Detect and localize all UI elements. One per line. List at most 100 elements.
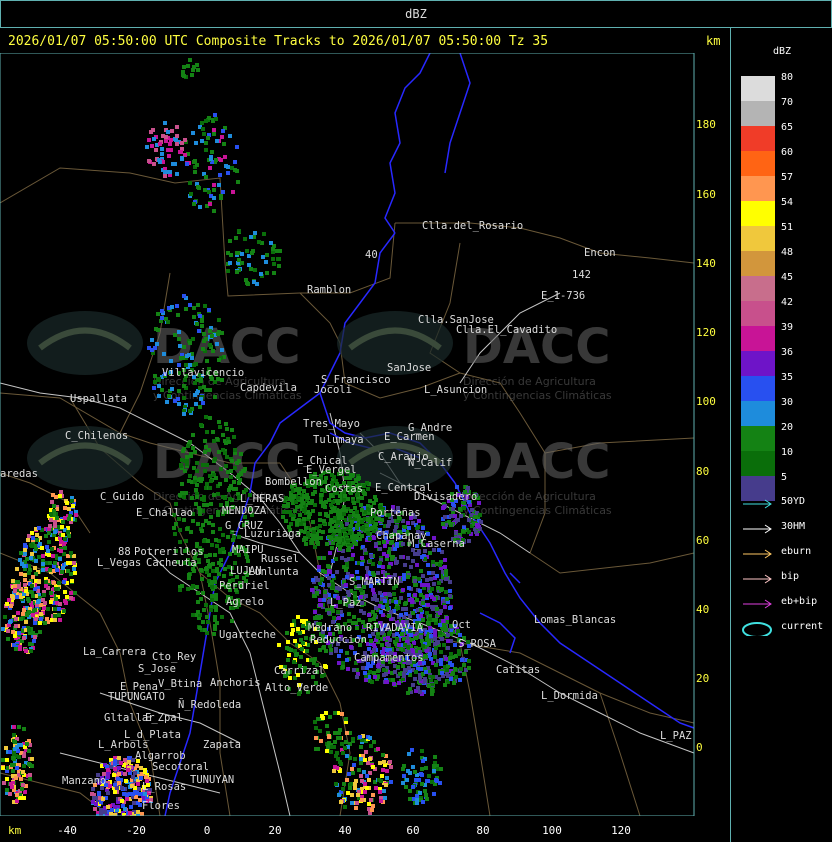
place-label: Alto_Verde bbox=[265, 682, 328, 694]
x-tick-label: 20 bbox=[268, 824, 282, 837]
x-tick-label: 80 bbox=[476, 824, 490, 837]
track-arrow-icon bbox=[743, 499, 772, 509]
track-legend-label: bip bbox=[781, 571, 800, 582]
place-label: Manzano bbox=[62, 775, 106, 787]
place-label: Tres_Mayo bbox=[303, 418, 360, 430]
legend-value: 45 bbox=[781, 272, 794, 283]
track-legend-item: 50YD bbox=[741, 496, 831, 510]
track-legend-item: bip bbox=[741, 571, 831, 585]
place-label: N_Calif bbox=[408, 457, 452, 469]
legend-swatch bbox=[741, 76, 775, 101]
place-label: E_Vergel bbox=[306, 464, 357, 476]
place-label: TUPUNGATO bbox=[108, 691, 165, 703]
legend-value: 48 bbox=[781, 247, 794, 258]
x-tick-label: 40 bbox=[338, 824, 352, 837]
place-label: L_PAZ bbox=[660, 730, 692, 742]
legend-value: 30 bbox=[781, 397, 794, 408]
legend-swatch bbox=[741, 351, 775, 376]
place-label: M_Caserna bbox=[408, 538, 465, 550]
track-arrow-icon bbox=[743, 574, 772, 584]
place-label: L_Paz bbox=[330, 597, 362, 609]
track-legend-label: eb+bip bbox=[781, 596, 818, 607]
legend-swatch bbox=[741, 226, 775, 251]
place-label: La_Carrera bbox=[83, 646, 146, 658]
legend-swatch bbox=[741, 426, 775, 451]
x-axis-unit: km bbox=[8, 824, 22, 837]
legend-panel: dBZ 80 70 65 60 57 54 51 48 45 42 39 36 35 30 20 10 5 50… bbox=[730, 28, 832, 842]
place-label: Oct bbox=[452, 619, 471, 631]
x-tick-label: -40 bbox=[57, 824, 77, 837]
place-label: L_Dormida bbox=[541, 690, 598, 702]
place-label: Lunlunta bbox=[248, 566, 299, 578]
y-tick-label: 160 bbox=[696, 188, 716, 201]
place-label: E_Challao bbox=[136, 507, 193, 519]
place-label: Costas bbox=[325, 483, 363, 495]
place-label: V_Btina bbox=[158, 678, 202, 690]
legend-value: 54 bbox=[781, 197, 794, 208]
track-legend-label: 50YD bbox=[781, 496, 806, 507]
watermark-brand: DACC bbox=[463, 434, 610, 490]
watermark-line1: Dirección de Agricultura bbox=[463, 490, 596, 503]
place-label: Uspallata bbox=[70, 393, 127, 405]
place-label: L_HERAS bbox=[240, 493, 284, 505]
place-label: MENDOZA bbox=[222, 505, 267, 517]
place-label: Secotoral bbox=[152, 761, 209, 773]
legend-value: 70 bbox=[781, 97, 794, 108]
place-label: Anchoris bbox=[210, 677, 261, 689]
place-label: Perdriel bbox=[219, 580, 270, 592]
x-tick-label: 60 bbox=[406, 824, 420, 837]
legend-value: 20 bbox=[781, 422, 794, 433]
legend-value: 60 bbox=[781, 147, 794, 158]
legend-swatch bbox=[741, 401, 775, 426]
place-label: SanJose bbox=[387, 362, 431, 374]
legend-swatch bbox=[741, 276, 775, 301]
track-arrow-icon bbox=[743, 549, 772, 559]
window-title: dBZ bbox=[405, 7, 427, 21]
place-label: Medrano bbox=[308, 622, 352, 634]
place-label: Campamentos bbox=[354, 652, 424, 664]
place-label: Capdevila bbox=[240, 382, 297, 394]
legend-value: 5 bbox=[781, 472, 788, 483]
place-label: Flores bbox=[142, 800, 180, 812]
place-label: Cto_Rey bbox=[152, 651, 196, 663]
radar-map[interactable]: DACC Dirección de Agricultura y Continge… bbox=[0, 53, 730, 816]
place-label: Reduccion bbox=[310, 634, 367, 646]
place-label: S_MARTIN bbox=[349, 576, 400, 588]
place-label: aredas bbox=[0, 468, 38, 480]
track-legend-label: 30HM bbox=[781, 521, 806, 532]
place-label: Zapata bbox=[203, 739, 241, 751]
track-legend-item: eb+bip bbox=[741, 596, 831, 610]
place-label: 40 bbox=[365, 249, 378, 261]
y-tick-label: 140 bbox=[696, 257, 716, 270]
place-label: Divisadero bbox=[414, 491, 477, 503]
place-label: Cacheuta bbox=[146, 557, 197, 569]
place-label: Carrizal bbox=[274, 665, 325, 677]
place-label: MAIPU bbox=[232, 544, 264, 556]
y-tick-label: 180 bbox=[696, 118, 716, 131]
place-label: Ugarteche bbox=[219, 629, 276, 641]
place-label: Villavicencio bbox=[162, 367, 244, 379]
place-label: Tulumaya bbox=[313, 434, 364, 446]
place-label: Russel bbox=[261, 553, 299, 565]
place-label: L_Rosas bbox=[142, 781, 186, 793]
legend-value: 65 bbox=[781, 122, 794, 133]
x-tick-label: 100 bbox=[542, 824, 562, 837]
legend-swatch bbox=[741, 326, 775, 351]
place-label: Ramblon bbox=[307, 284, 351, 296]
place-label: Ñ_Redoleda bbox=[178, 698, 241, 711]
legend-value: 51 bbox=[781, 222, 794, 233]
y-tick-label: 20 bbox=[696, 672, 710, 685]
y-tick-label: 40 bbox=[696, 603, 710, 616]
place-label: E_Zpal bbox=[145, 712, 183, 724]
track-legend-item: current bbox=[741, 621, 831, 638]
place-label: E_Carmen bbox=[384, 431, 435, 443]
place-label: Catitas bbox=[496, 664, 540, 676]
place-label: Clla.El_Cavadito bbox=[456, 324, 557, 336]
place-label: Clla.del_Rosario bbox=[422, 220, 523, 232]
legend-swatch bbox=[741, 301, 775, 326]
legend-swatch bbox=[741, 201, 775, 226]
track-arrow-icon bbox=[743, 524, 772, 534]
place-label: Encon bbox=[584, 247, 616, 259]
place-label: L_Asuncion bbox=[424, 384, 487, 396]
track-legend-item: eburn bbox=[741, 546, 831, 560]
